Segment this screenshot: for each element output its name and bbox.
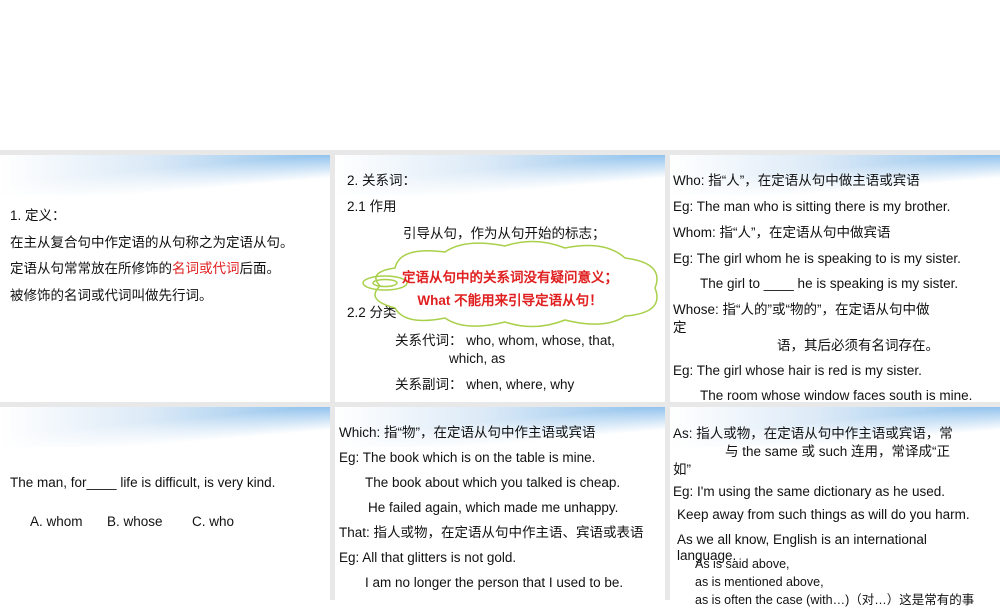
slide5-line: That: 指人或物，在定语从句中作主语、宾语或表语 (339, 525, 644, 540)
slide5-line: Which: 指“物”，在定语从句中作主语或宾语 (339, 425, 596, 440)
slide3-line: The girl to ____ he is speaking is my si… (700, 276, 959, 291)
slide5-line: The book about which you talked is cheap… (365, 475, 621, 490)
slide2-text: 关系代词： who, whom, whose, that, (395, 333, 615, 348)
highlight-text: 名词或代词 (172, 261, 240, 276)
callout-line: 定语从句中的关系词没有疑问意义； (402, 270, 618, 285)
slide-4[interactable] (0, 407, 330, 600)
slide3-line: The room whose window faces south is min… (700, 388, 973, 403)
quiz-question: The man, for____ life is difficult, is v… (10, 475, 276, 490)
slide6-line: As: 指人或物，在定语从句中作主语或宾语，常 (673, 426, 953, 441)
slide6-line: Eg: I'm using the same dictionary as he … (673, 484, 945, 499)
slide6-line: 如” (673, 462, 691, 477)
slide6-line: Keep away from such things as will do yo… (677, 507, 970, 522)
slide6-line: 与 the same 或 such 连用，常译成“正 (725, 444, 951, 459)
slide2-heading: 2. 关系词： (347, 173, 417, 188)
slide3-line: 定 (673, 320, 687, 335)
slide1-line: 被修饰的名词或代词叫做先行词。 (10, 288, 213, 303)
slide3-line: Eg: The girl whose hair is red is my sis… (673, 363, 922, 378)
slide2-sub: 2.1 作用 (347, 199, 397, 214)
quiz-option-c: C. who (192, 514, 235, 529)
slide1-heading: 1. 定义： (10, 208, 66, 223)
slide6-line: As we all know, English is an internatio… (677, 532, 927, 547)
slide3-line: 语，其后必须有名词存在。 (777, 338, 939, 353)
slide3-line: Eg: The man who is sitting there is my b… (673, 199, 951, 214)
callout-cloud: 定语从句中的关系词没有疑问意义； What 不能用来引导定语从句！ (355, 238, 665, 328)
slide2-text: 关系副词： when, where, why (395, 377, 575, 392)
slide3-line: Whose: 指“人的”或“物的”，在定语从句中做 (673, 302, 930, 317)
slide5-line: He failed again, which made me unhappy. (368, 500, 619, 515)
slide5-line: Eg: The book which is on the table is mi… (339, 450, 596, 465)
slide3-line: Who: 指“人”，在定语从句中做主语或宾语 (673, 173, 920, 188)
text: 定语从句常常放在所修饰的 (10, 261, 172, 276)
slide2-text: which, as (449, 351, 506, 366)
slide3-line: Whom: 指“人”，在定语从句中做宾语 (673, 225, 891, 240)
slide3-line: Eg: The girl whom he is speaking to is m… (673, 251, 961, 266)
slide6-line: as is often the case (with…)（对…）这是常有的事 (695, 593, 975, 607)
quiz-option-a: A. whom (30, 514, 83, 529)
text: 后面。 (239, 261, 281, 276)
slide6-line: As is said above, (695, 557, 790, 571)
slide5-line: I am no longer the person that I used to… (365, 575, 624, 590)
quiz-option-b: B. whose (107, 514, 163, 529)
slide1-line: 定语从句常常放在所修饰的名词或代词后面。 (10, 261, 280, 277)
slide-1[interactable] (0, 155, 330, 402)
callout-line: What 不能用来引导定语从句！ (417, 293, 603, 308)
slide6-line: as is mentioned above, (695, 575, 824, 589)
slide1-line: 在主从复合句中作定语的从句称之为定语从句。 (10, 235, 294, 250)
slide5-line: Eg: All that glitters is not gold. (339, 550, 517, 565)
